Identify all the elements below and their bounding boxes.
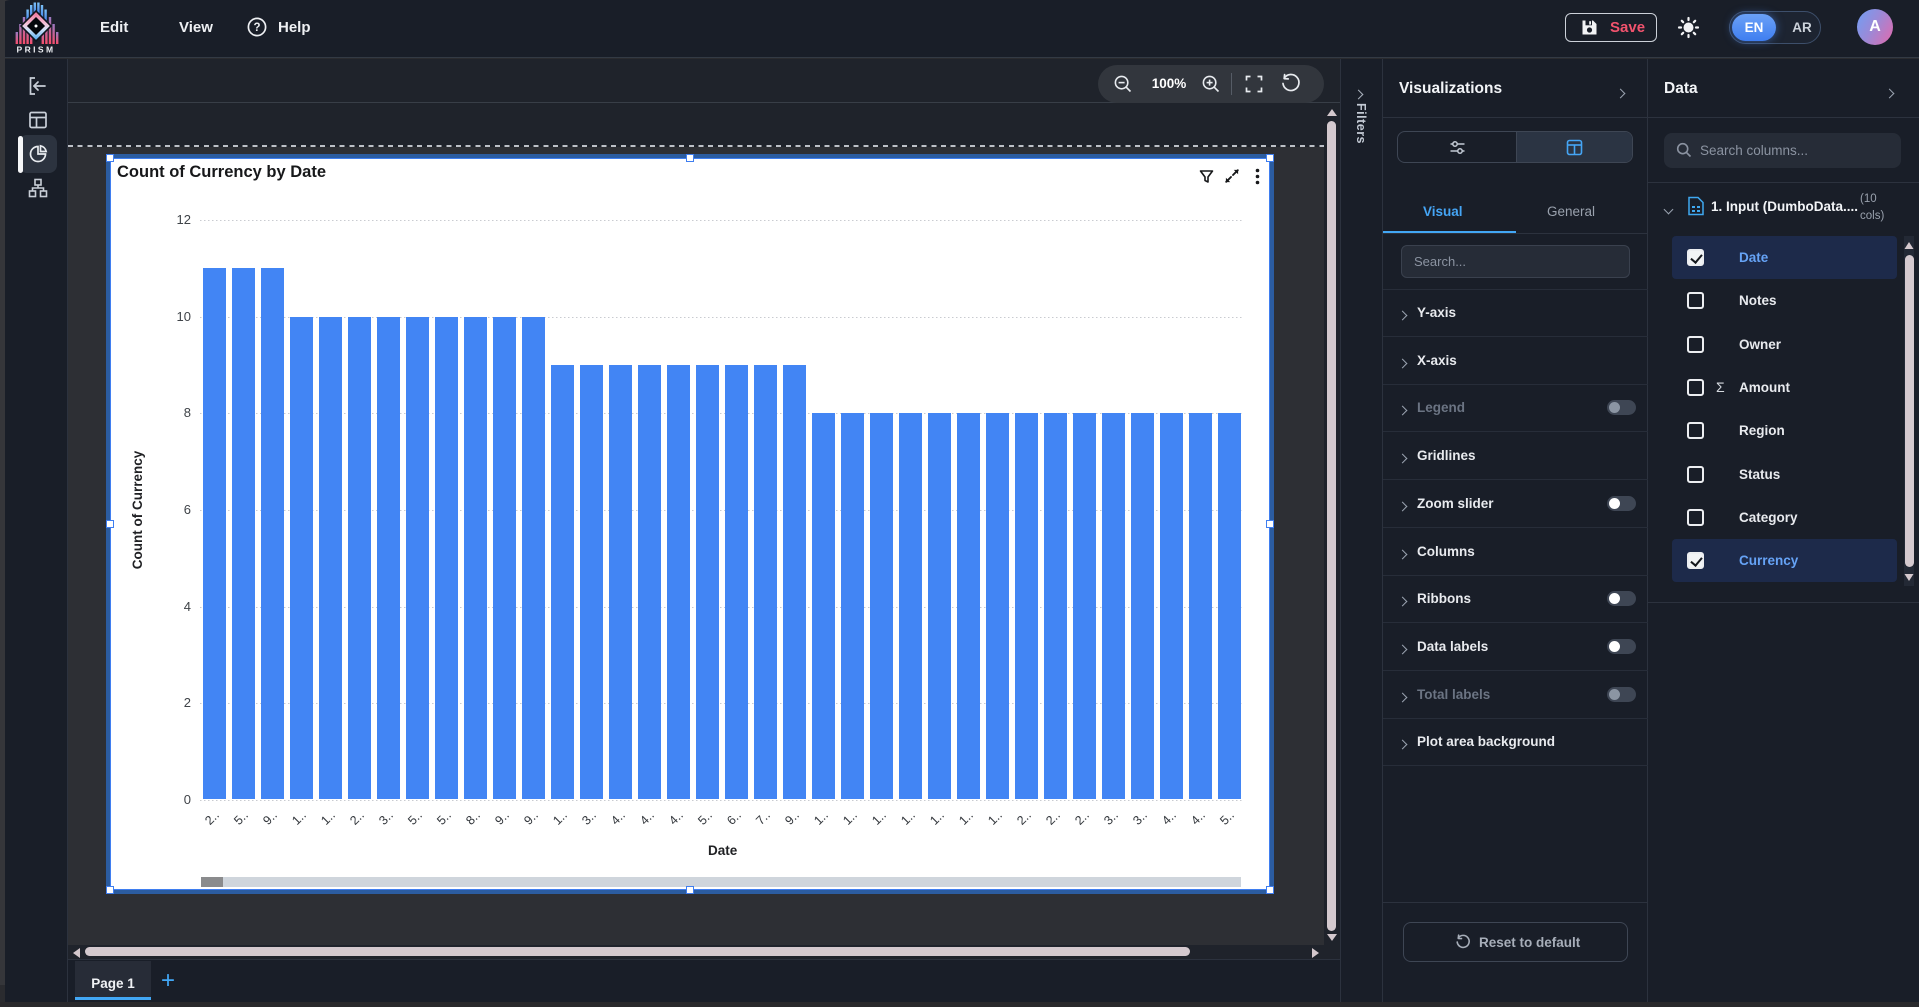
- svg-text:?: ?: [253, 22, 260, 34]
- svg-text:PRISM: PRISM: [17, 45, 56, 55]
